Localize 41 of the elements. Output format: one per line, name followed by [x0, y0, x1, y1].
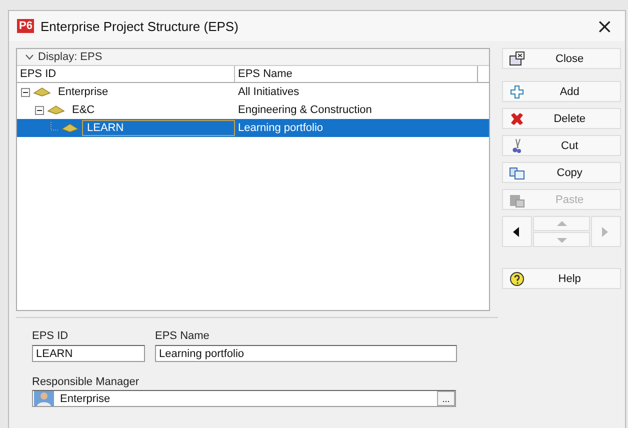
chevron-icon — [25, 54, 34, 60]
help-icon — [509, 270, 526, 286]
app-logo: P6 — [17, 19, 34, 33]
eps-id: Enterprise — [57, 85, 110, 99]
diamond-icon — [61, 123, 79, 133]
person-icon — [34, 391, 54, 406]
arrow-button[interactable] — [502, 216, 532, 247]
collapse-icon[interactable] — [35, 106, 44, 114]
field-label: EPS Name — [155, 330, 210, 342]
cross-icon — [509, 110, 526, 126]
eps-id: E&C — [71, 103, 96, 117]
browse-button[interactable]: ... — [437, 391, 455, 406]
diamond-icon — [33, 87, 51, 97]
eps-name-field[interactable]: Learning portfolio — [155, 345, 457, 362]
eps-name: Learning portfolio — [237, 121, 324, 136]
manager-value: Enterprise — [60, 392, 112, 404]
eps-id: LEARN — [82, 120, 235, 136]
copy-icon — [509, 164, 526, 180]
field-label: Responsible Manager — [32, 376, 140, 388]
eps-name: Engineering & Construction — [237, 103, 373, 118]
close-button[interactable]: × — [592, 14, 617, 38]
eps-id-field[interactable]: LEARN — [32, 345, 145, 362]
window-title: Enterprise Project Structure (EPS) — [40, 18, 240, 34]
tree-row[interactable]: LEARN Learning portfolio — [17, 119, 490, 137]
collapse-icon[interactable] — [21, 88, 30, 96]
eps-name: All Initiatives — [237, 85, 300, 100]
help-button[interactable]: Help — [502, 268, 621, 289]
display-bar[interactable]: Display: EPS — [17, 49, 490, 66]
field-label: EPS ID — [32, 330, 70, 342]
delete-button[interactable]: Delete — [502, 108, 621, 129]
diamond-icon — [47, 105, 65, 115]
close-button[interactable]: Close — [502, 48, 621, 69]
cut-button[interactable]: Cut — [502, 135, 621, 156]
manager-field[interactable]: Enterprise ... — [32, 390, 456, 407]
display-label: Display: EPS — [38, 51, 102, 63]
add-button[interactable]: Add — [502, 81, 621, 102]
tree-row[interactable]: E&C Engineering & Construction — [17, 101, 490, 119]
copy-button[interactable]: Copy — [502, 162, 621, 183]
window-close-icon — [509, 50, 526, 66]
tree-row[interactable]: Enterprise All Initiatives — [17, 83, 490, 101]
plus-icon — [509, 84, 526, 100]
